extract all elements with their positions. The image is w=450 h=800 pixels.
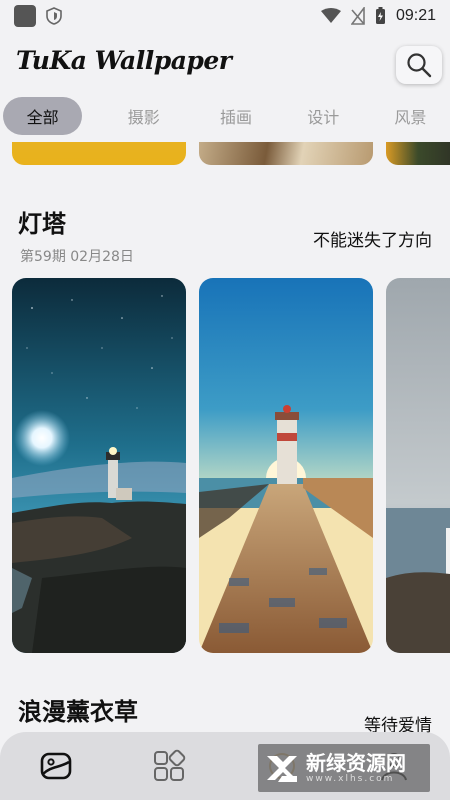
watermark-subtitle: www.xlhs.com <box>306 774 395 784</box>
watermark-title: 新绿资源网 <box>306 751 406 775</box>
lighthouse-wallpaper-row <box>0 278 450 654</box>
wallpaper-card[interactable] <box>386 278 450 653</box>
status-bar: 09:21 <box>0 0 450 32</box>
watermark-logo: 新绿资源网 www.xlhs.com <box>258 744 430 792</box>
tab-all[interactable]: 全部 <box>3 97 83 135</box>
nav-home[interactable] <box>38 748 74 784</box>
shield-icon <box>46 7 62 25</box>
tab-design[interactable]: 设计 <box>284 97 363 135</box>
wifi-icon <box>320 8 341 23</box>
wallpaper-image <box>12 278 186 653</box>
nav-category[interactable] <box>151 748 187 784</box>
wallpaper-card[interactable] <box>386 142 450 165</box>
no-signal-icon <box>350 7 365 25</box>
wallpaper-image <box>386 278 450 653</box>
category-grid-icon <box>154 749 186 781</box>
wallpaper-card[interactable] <box>12 278 186 653</box>
status-time: 09:21 <box>395 7 436 24</box>
wallpaper-card[interactable] <box>199 278 373 653</box>
previous-wallpaper-row <box>0 142 450 166</box>
wallpaper-card[interactable] <box>199 142 373 165</box>
tab-illustration[interactable]: 插画 <box>196 97 275 135</box>
category-tabs: 全部 摄影 插画 设计 风景 <box>0 96 450 136</box>
search-icon <box>407 53 432 78</box>
app-header: TuKa Wallpaper <box>0 40 450 88</box>
battery-charging-icon <box>375 7 385 24</box>
wallpaper-card[interactable] <box>12 142 186 165</box>
home-icon <box>40 752 72 780</box>
logo-icon <box>267 756 297 782</box>
section-tagline[interactable]: 不能迷失了方向 <box>313 226 432 251</box>
tab-scenery[interactable]: 风景 <box>371 97 450 135</box>
tab-photography[interactable]: 摄影 <box>104 97 183 135</box>
search-button[interactable] <box>396 46 442 84</box>
app-title: TuKa Wallpaper <box>16 46 232 75</box>
section-title: 灯塔 <box>18 210 66 238</box>
section-title: 浪漫薰衣草 <box>18 698 138 726</box>
notification-app-icon <box>14 5 36 27</box>
wallpaper-image <box>199 278 373 653</box>
section-issue-date: 第59期 02月28日 <box>20 249 134 265</box>
